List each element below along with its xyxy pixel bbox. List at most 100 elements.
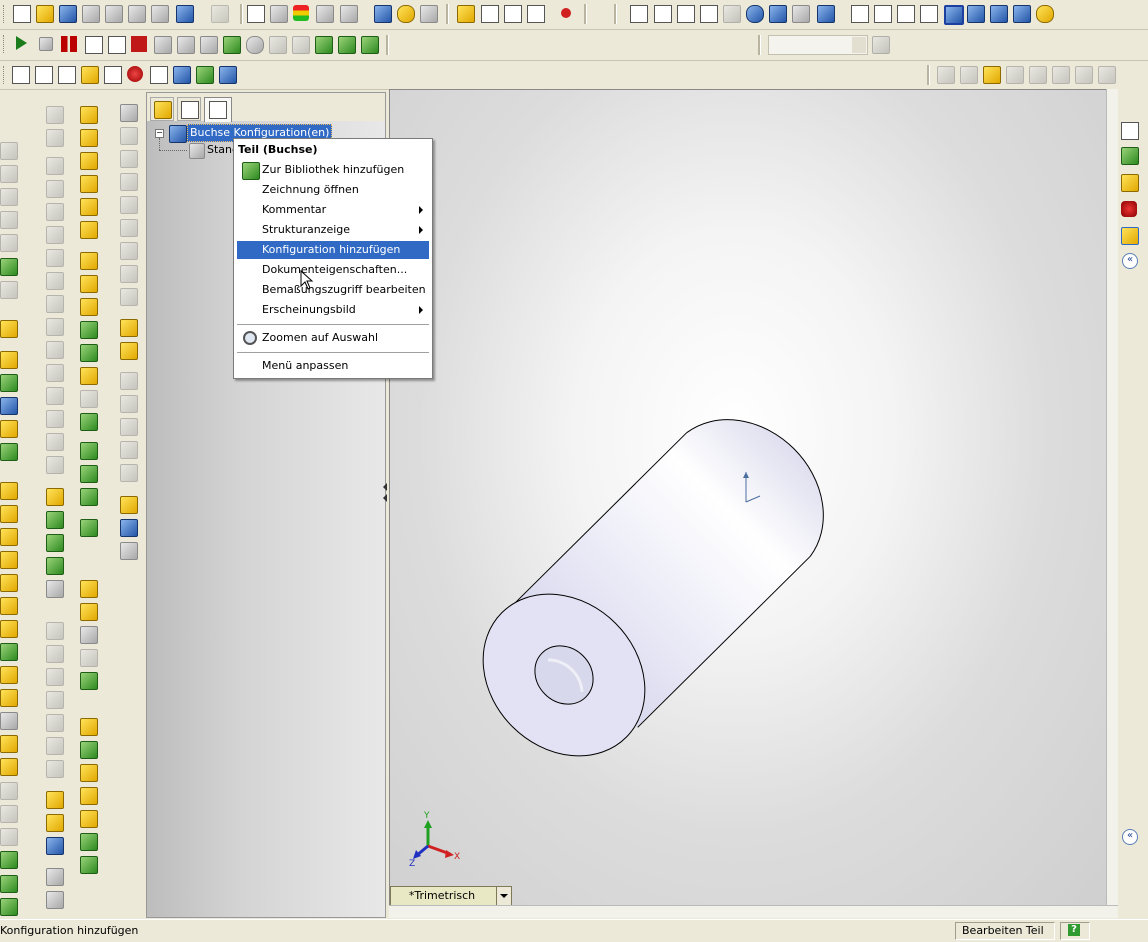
surface-offset-icon[interactable] [1075, 66, 1093, 84]
baseline-icon[interactable] [80, 741, 98, 759]
rib-feature-icon[interactable] [80, 298, 98, 316]
lofted-boss-icon[interactable] [80, 175, 98, 193]
surface-fill-icon[interactable] [1098, 66, 1116, 84]
pause-record-icon[interactable] [61, 36, 77, 52]
spell-check-icon[interactable] [12, 66, 30, 84]
mass-properties-icon[interactable] [58, 66, 76, 84]
sketch-edit-icon[interactable] [46, 791, 64, 809]
macro-tool-icon[interactable] [177, 36, 195, 54]
macro-dial-icon[interactable] [246, 36, 264, 54]
mold-tool-icon[interactable] [120, 196, 138, 214]
macro-parts-icon[interactable] [315, 36, 333, 54]
curve-pattern-icon[interactable] [80, 488, 98, 506]
sketch-tool-icon[interactable] [0, 211, 18, 229]
record-macro-icon[interactable] [561, 8, 571, 18]
sketch-tool-icon[interactable] [0, 142, 18, 160]
mold-tool-icon[interactable] [120, 104, 138, 122]
open-folder-icon[interactable] [36, 5, 54, 23]
sketch-tool-icon[interactable] [0, 165, 18, 183]
revolve-icon[interactable] [0, 505, 18, 523]
smart-dimension-icon[interactable] [527, 5, 545, 23]
view-tool-icon[interactable] [46, 668, 64, 686]
hole-icon[interactable] [0, 689, 18, 707]
shell-icon[interactable] [0, 643, 18, 661]
mold-tool-icon[interactable] [120, 288, 138, 306]
view-palette-icon[interactable] [1121, 227, 1139, 245]
print-icon[interactable] [82, 5, 100, 23]
extend-entities-icon[interactable] [46, 180, 64, 198]
section-view-icon[interactable] [1013, 5, 1031, 23]
hidden-lines-removed-icon[interactable] [897, 5, 915, 23]
file-explorer-icon[interactable] [1121, 174, 1139, 192]
angular-dimension-icon[interactable] [80, 603, 98, 621]
zoom-area-icon[interactable] [654, 5, 672, 23]
ordinate-icon[interactable] [80, 718, 98, 736]
curve-through-points-icon[interactable] [0, 898, 18, 916]
macro-flag-icon[interactable] [200, 36, 218, 54]
freeform-icon[interactable] [0, 875, 18, 893]
rebuild-traffic-light-icon[interactable] [293, 5, 309, 21]
macro-box-icon[interactable] [269, 36, 287, 54]
draft-icon[interactable] [0, 666, 18, 684]
edit-macro-icon[interactable] [108, 36, 126, 54]
boss-extrude-icon[interactable] [0, 482, 18, 500]
composite-curve-icon[interactable] [0, 420, 18, 438]
undo-icon[interactable] [176, 5, 194, 23]
perspective-icon[interactable] [990, 5, 1008, 23]
mold-tool-icon[interactable] [120, 219, 138, 237]
chain-icon[interactable] [80, 764, 98, 782]
new-macro-icon[interactable] [85, 36, 103, 54]
block-icon[interactable] [80, 810, 98, 828]
surface-extend-icon[interactable] [1006, 66, 1024, 84]
reference-plane-icon[interactable] [46, 488, 64, 506]
tab-feature-manager[interactable] [150, 97, 174, 121]
mold-tool-icon[interactable] [120, 173, 138, 191]
smart-fastener-icon[interactable] [80, 833, 98, 851]
stop-macro-icon[interactable] [39, 37, 53, 51]
sketch-tool-icon[interactable] [0, 188, 18, 206]
relation-display-icon[interactable] [80, 649, 98, 667]
toolbar-grip[interactable] [3, 35, 7, 53]
extruded-cut-icon[interactable] [80, 198, 98, 216]
weldment-icon[interactable] [120, 464, 138, 482]
surface-trim-icon[interactable] [1029, 66, 1047, 84]
coil-icon[interactable] [0, 443, 18, 461]
pan-icon[interactable] [769, 5, 787, 23]
camera-icon[interactable] [420, 5, 438, 23]
curve-icon[interactable] [0, 351, 18, 369]
geometry-analysis-icon[interactable] [219, 66, 237, 84]
tab-configuration-manager[interactable] [204, 97, 232, 122]
mold-tool-icon[interactable] [120, 265, 138, 283]
mirror-entities-icon[interactable] [46, 226, 64, 244]
chamfer-icon[interactable] [0, 597, 18, 615]
deform-icon[interactable] [0, 805, 18, 823]
menu-item-comment[interactable]: Kommentar [237, 201, 429, 219]
options-grid-icon[interactable] [316, 5, 334, 23]
sketch-tool-icon[interactable] [0, 234, 18, 252]
section-tool-icon[interactable] [120, 496, 138, 514]
layer-icon[interactable] [80, 787, 98, 805]
view-orientation-selector[interactable]: *Trimetrisch [390, 886, 512, 906]
linear-pattern-icon[interactable] [46, 341, 64, 359]
fillet-feature-icon[interactable] [80, 252, 98, 270]
viewport-horizontal-scrollbar[interactable] [389, 905, 1118, 918]
sketch-car-icon[interactable] [46, 837, 64, 855]
select-filter-icon[interactable] [270, 5, 288, 23]
view-tool-icon[interactable] [46, 714, 64, 732]
menu-item-zoom-to-selection[interactable]: Zoomen auf Auswahl [237, 329, 429, 347]
menu-item-open-drawing[interactable]: Zeichnung öffnen [237, 181, 429, 199]
mate-reference-icon[interactable] [46, 580, 64, 598]
mold-tool-icon[interactable] [120, 150, 138, 168]
hidden-lines-visible-icon[interactable] [874, 5, 892, 23]
section-properties-icon[interactable] [81, 66, 99, 84]
shadows-icon[interactable] [967, 5, 985, 23]
loft-icon[interactable] [0, 551, 18, 569]
sketch-fix-icon[interactable] [80, 672, 98, 690]
shell-feature-icon[interactable] [80, 321, 98, 339]
scale-entities-icon[interactable] [46, 295, 64, 313]
macro-figure-icon[interactable] [223, 36, 241, 54]
wireframe-icon[interactable] [851, 5, 869, 23]
shape-icon[interactable] [0, 758, 18, 776]
surface-alt-icon[interactable] [960, 66, 978, 84]
menu-item-tree-display[interactable]: Strukturanzeige [237, 221, 429, 239]
